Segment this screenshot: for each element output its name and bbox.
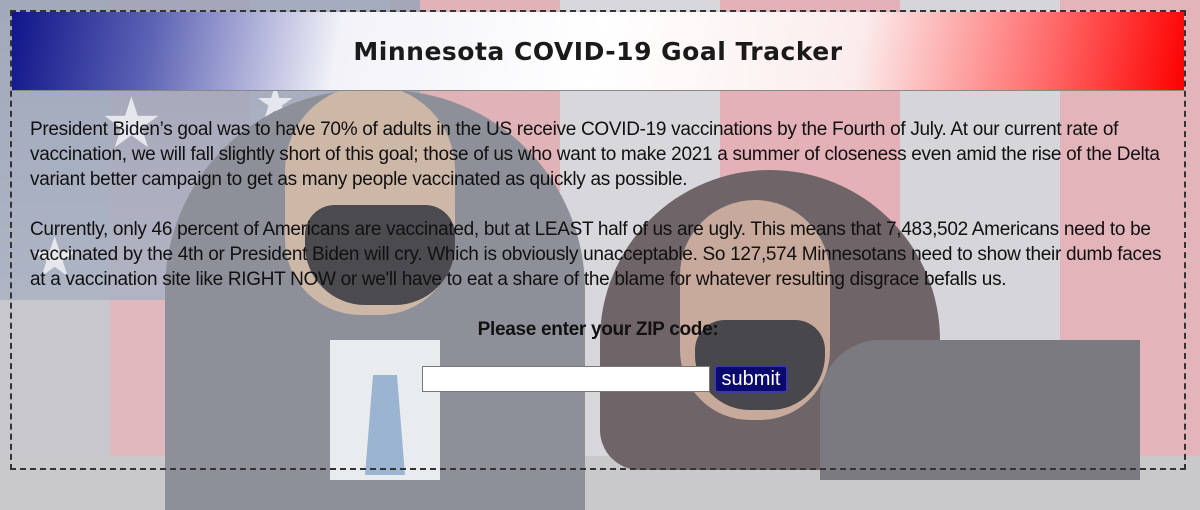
page-title: Minnesota COVID-19 Goal Tracker — [353, 36, 843, 66]
tracker-panel: Minnesota COVID-19 Goal Tracker Presiden… — [10, 10, 1186, 470]
zip-form: submit — [44, 365, 1166, 393]
stats-paragraph: Currently, only 46 percent of Americans … — [30, 219, 1162, 290]
page-header: Minnesota COVID-19 Goal Tracker — [12, 12, 1184, 91]
zip-input[interactable] — [421, 366, 710, 392]
intro-paragraph: President Biden’s goal was to have 70% o… — [30, 119, 1160, 190]
submit-button[interactable]: submit — [713, 365, 789, 393]
main-content: President Biden’s goal was to have 70% o… — [12, 91, 1184, 393]
zip-label: Please enter your ZIP code: — [477, 319, 719, 340]
